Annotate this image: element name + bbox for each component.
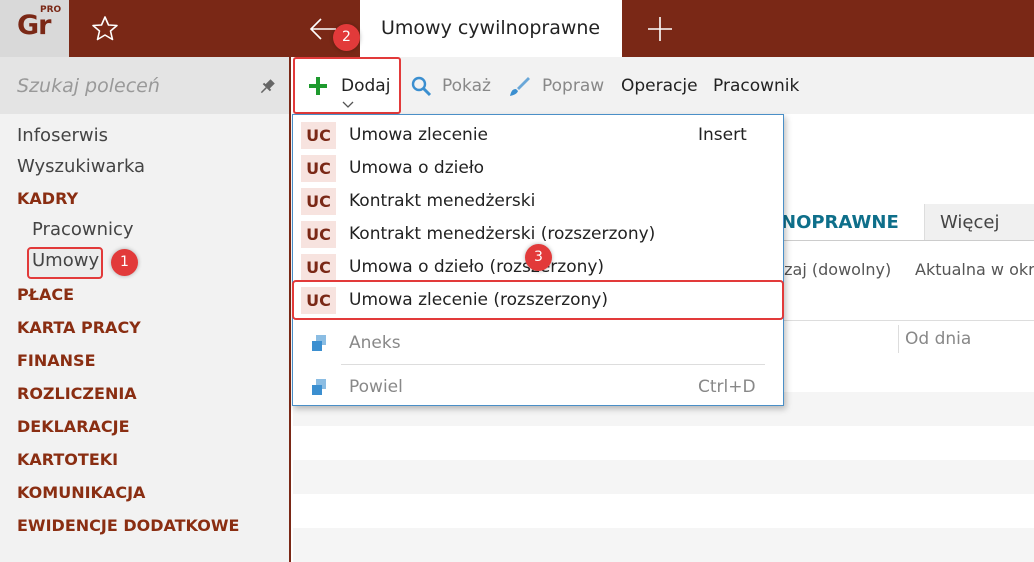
step-marker-1: 1 (111, 249, 138, 276)
sidebar-section-karta-pracy[interactable]: KARTA PRACY (17, 318, 141, 337)
sidebar-item-wyszukiwarka[interactable]: Wyszukiwarka (17, 156, 145, 177)
uc-badge: UC (301, 221, 336, 248)
pracownik-label: Pracownik (713, 75, 800, 96)
menu-item-umowa-o-dzielo[interactable]: UC Umowa o dzieło (293, 152, 783, 185)
menu-item-label: Umowa o dzieło (349, 158, 485, 178)
column-od-dnia[interactable]: Od dnia (905, 329, 971, 349)
uc-badge: UC (301, 122, 336, 149)
pracownik-button[interactable]: Pracownik (713, 57, 799, 114)
sidebar-section-place[interactable]: PŁACE (17, 285, 74, 304)
search-icon (411, 76, 432, 96)
operacje-button[interactable]: Operacje (621, 57, 698, 114)
sidebar-section-rozliczenia[interactable]: ROZLICZENIA (17, 384, 137, 403)
brush-icon (510, 76, 530, 96)
star-icon[interactable] (88, 12, 122, 46)
menu-item-label: Umowa o dzieło (rozszerzony) (349, 257, 605, 277)
copy-icon (312, 335, 326, 351)
sidebar-section-ewidencje-dodatkowe[interactable]: EWIDENCJE DODATKOWE (17, 516, 239, 535)
new-tab-plus-icon[interactable] (644, 13, 676, 45)
sidebar-section-finanse[interactable]: FINANSE (17, 351, 96, 370)
command-toolbar: Dodaj Pokaż Popraw Operacje Pracownik (293, 57, 1034, 114)
menu-item-aneks[interactable]: Aneks (293, 327, 783, 360)
grid-row-stripe (293, 460, 1034, 494)
menu-item-kontrakt-menedzerski[interactable]: UC Kontrakt menedżerski (293, 185, 783, 218)
dodaj-label: Dodaj (341, 76, 391, 96)
uc-badge: UC (301, 155, 336, 182)
menu-item-powiel[interactable]: Powiel Ctrl+D (293, 371, 783, 404)
sidebar-item-umowy[interactable]: Umowy (32, 250, 99, 271)
step-marker-2: 2 (333, 24, 360, 51)
tab-umowy-cywilnoprawne[interactable]: Umowy cywilnoprawne (360, 0, 622, 57)
sidebar-section-kadry[interactable]: KADRY (17, 189, 78, 208)
sidebar-section-komunikacja[interactable]: KOMUNIKACJA (17, 483, 145, 502)
grid-row-stripe (293, 528, 1034, 562)
menu-item-label: Aneks (349, 333, 401, 353)
tab-underline (760, 240, 1034, 241)
popraw-label: Popraw (542, 75, 605, 96)
plus-icon (309, 77, 327, 95)
pokaz-label: Pokaż (442, 75, 491, 96)
dodaj-button[interactable]: Dodaj (293, 57, 401, 114)
app-logo[interactable]: Gr PRO (0, 0, 69, 57)
left-navigation-pane: Szukaj poleceń Infoserwis Wyszukiwarka K… (0, 57, 291, 562)
popraw-button[interactable]: Popraw (508, 57, 604, 114)
menu-item-label: Kontrakt menedżerski (rozszerzony) (349, 224, 656, 244)
uc-badge: UC (301, 254, 336, 281)
tab-title: Umowy cywilnoprawne (381, 17, 601, 39)
sidebar-item-infoserwis[interactable]: Infoserwis (17, 125, 108, 146)
filter-rodzaj[interactable]: dzaj (dowolny) (774, 260, 891, 279)
menu-item-umowa-zlecenie[interactable]: UC Umowa zlecenie Insert (293, 119, 783, 152)
title-bar: Gr PRO Umowy cywilnoprawne (0, 0, 1034, 57)
highlight-box (292, 280, 784, 320)
tab-more-label: Więcej (940, 212, 1000, 233)
logo-pro-badge: PRO (40, 5, 62, 15)
menu-item-label: Kontrakt menedżerski (349, 191, 536, 211)
copy-icon (312, 379, 326, 395)
chevron-down-icon (342, 101, 354, 108)
filter-aktualna[interactable]: Aktualna w okr (915, 260, 1034, 279)
menu-item-shortcut: Ctrl+D (698, 377, 756, 397)
menu-item-shortcut: Insert (698, 125, 747, 145)
menu-item-label: Umowa zlecenie (349, 125, 488, 145)
pokaz-button[interactable]: Pokaż (410, 57, 491, 114)
sidebar-section-deklaracje[interactable]: DEKLARACJE (17, 417, 130, 436)
tab-wiecej[interactable]: Więcej (924, 204, 1034, 241)
menu-separator (341, 364, 765, 365)
operacje-label: Operacje (621, 75, 698, 96)
step-marker-3: 3 (525, 244, 552, 271)
uc-badge: UC (301, 188, 336, 215)
grid-column-separator (898, 325, 899, 353)
tab-active-label: NOPRAWNE (781, 212, 899, 233)
menu-item-label: Powiel (349, 377, 403, 397)
command-search-bar: Szukaj poleceń (0, 57, 289, 114)
pin-icon[interactable] (257, 77, 277, 97)
sidebar-item-pracownicy[interactable]: Pracownicy (32, 219, 134, 240)
sidebar-section-kartoteki[interactable]: KARTOTEKI (17, 450, 118, 469)
command-search-input[interactable]: Szukaj poleceń (17, 75, 160, 97)
